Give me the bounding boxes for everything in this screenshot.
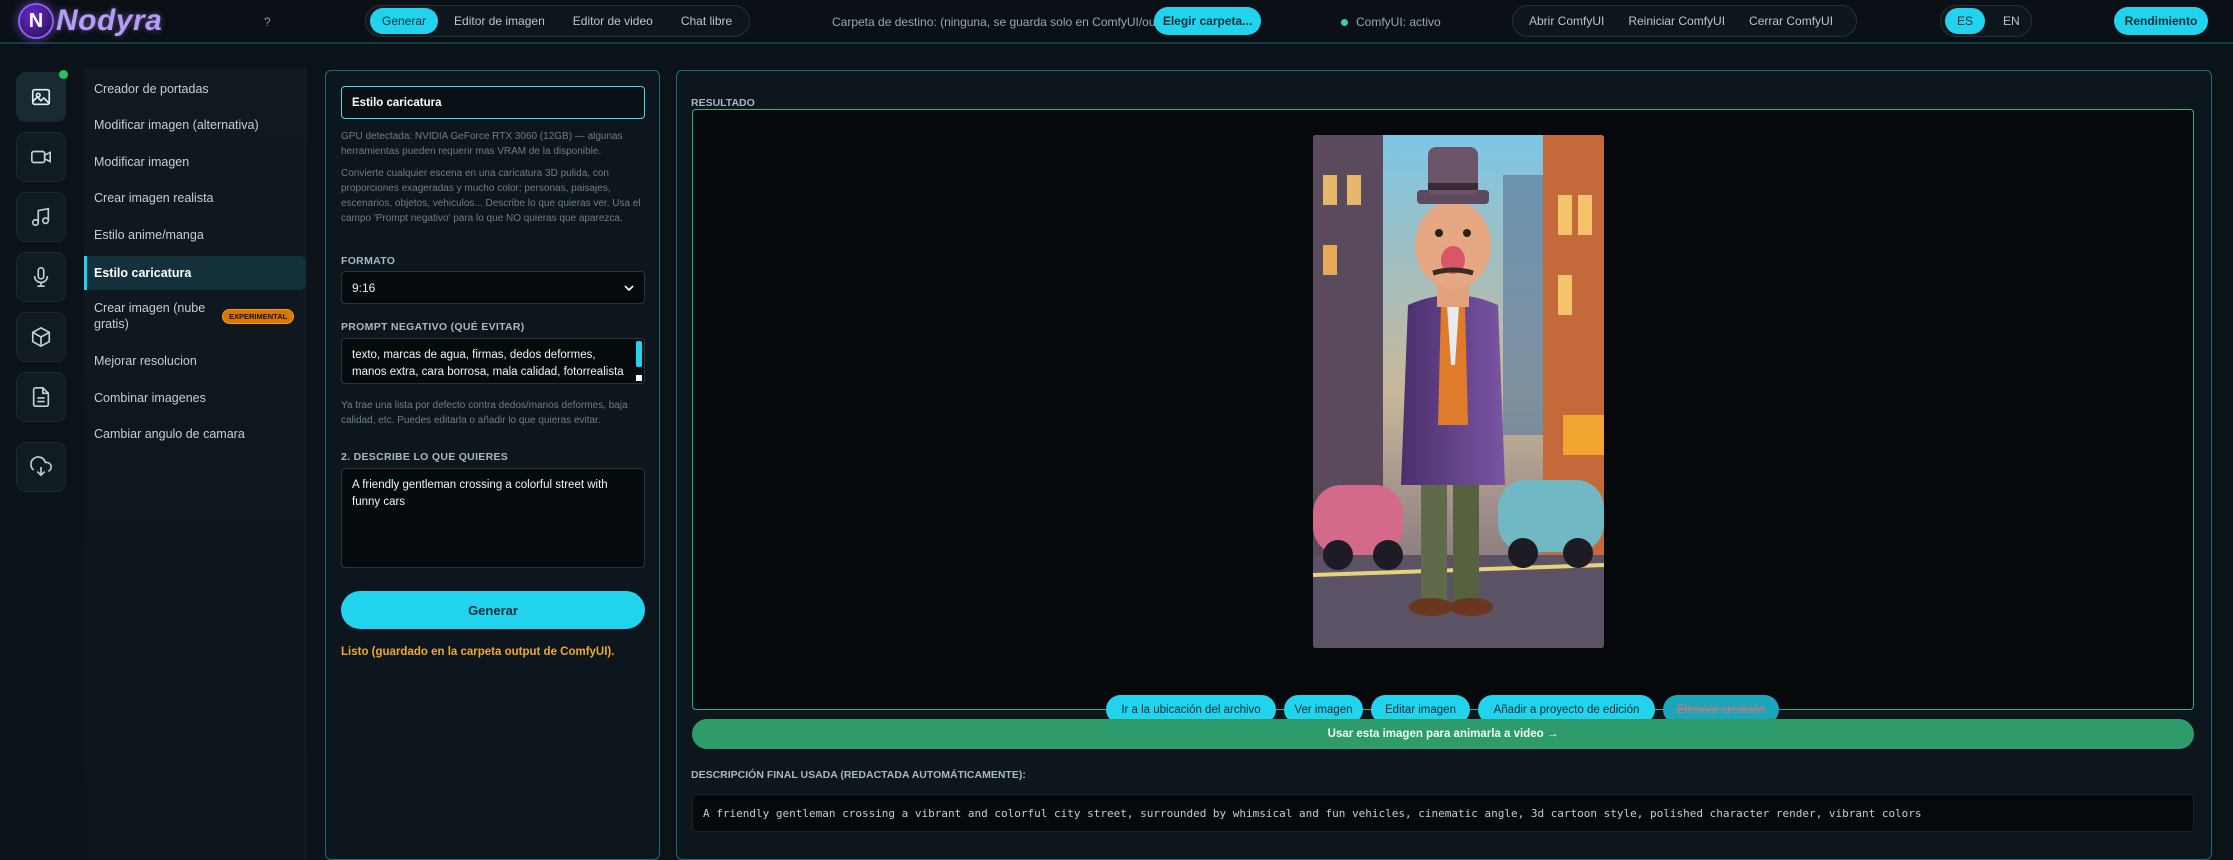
menu-item[interactable]: Creador de portadas bbox=[84, 77, 306, 101]
chevron-down-icon bbox=[624, 284, 634, 291]
scrollbar-thumb[interactable] bbox=[636, 341, 642, 367]
logo-mark-icon: N bbox=[18, 3, 54, 39]
tab-editor-video[interactable]: Editor de video bbox=[561, 8, 665, 34]
generate-button[interactable]: Generar bbox=[341, 591, 645, 629]
describe-text: A friendly gentleman crossing a colorful… bbox=[352, 479, 608, 508]
image-icon bbox=[31, 88, 51, 106]
comfy-status-text: ComfyUI: activo bbox=[1356, 15, 1441, 29]
document-icon bbox=[32, 387, 50, 407]
negative-prompt-input[interactable]: texto, marcas de agua, firmas, dedos def… bbox=[341, 338, 645, 384]
lang-en[interactable]: EN bbox=[1991, 8, 2032, 34]
tool-description: Convierte cualquier escena en una carica… bbox=[341, 168, 641, 224]
menu-item[interactable]: Modificar imagen bbox=[84, 150, 306, 174]
close-comfy-button[interactable]: Cerrar ComfyUI bbox=[1737, 8, 1845, 34]
negative-prompt-label: PROMPT NEGATIVO (QUÉ EVITAR) bbox=[341, 321, 525, 333]
menu-item[interactable]: Estilo anime/manga bbox=[84, 223, 306, 247]
result-frame: Ir a la ubicación del archivo Ver imagen… bbox=[692, 109, 2194, 724]
cartoon-gentleman-image bbox=[1313, 135, 1604, 648]
rail-cloud-button[interactable] bbox=[16, 442, 66, 492]
active-dot-icon bbox=[59, 70, 68, 79]
performance-button[interactable]: Rendimiento bbox=[2114, 7, 2208, 35]
rail-music-button[interactable] bbox=[16, 192, 66, 242]
rail-voice-button[interactable] bbox=[16, 252, 66, 302]
rail-image-button[interactable] bbox=[16, 70, 68, 122]
experimental-badge: EXPERIMENTAL bbox=[222, 308, 295, 324]
brand-name: Nodyra bbox=[56, 4, 163, 37]
icon-rail bbox=[0, 52, 82, 860]
tool-title-field[interactable]: Estilo caricatura bbox=[341, 86, 645, 119]
final-description: A friendly gentleman crossing a vibrant … bbox=[692, 794, 2194, 832]
final-description-label: DESCRIPCIÓN FINAL USADA (REDACTADA AUTOM… bbox=[691, 769, 1026, 781]
rail-3d-button[interactable] bbox=[16, 312, 66, 362]
form-panel: Estilo caricatura GPU detectada: NVIDIA … bbox=[325, 70, 660, 860]
rail-document-button[interactable] bbox=[16, 372, 66, 422]
microphone-icon bbox=[33, 267, 49, 287]
tab-chat-libre[interactable]: Chat libre bbox=[669, 8, 744, 34]
menu-item[interactable]: Mejorar resolucion bbox=[84, 349, 306, 373]
menu-item[interactable]: Combinar imagenes bbox=[84, 386, 306, 410]
cloud-download-icon bbox=[30, 456, 52, 477]
cube-icon bbox=[31, 326, 51, 348]
menu-item-active[interactable]: Estilo caricatura bbox=[84, 256, 306, 290]
describe-label: 2. DESCRIBE LO QUE QUIERES bbox=[341, 451, 509, 463]
gpu-note: GPU detectada: NVIDIA GeForce RTX 3060 (… bbox=[341, 131, 623, 157]
music-icon bbox=[31, 207, 50, 227]
result-label: RESULTADO bbox=[691, 97, 755, 109]
video-icon bbox=[31, 150, 51, 164]
menu-item[interactable]: Cambiar angulo de camara bbox=[84, 422, 306, 446]
lang-es[interactable]: ES bbox=[1945, 8, 1986, 34]
tab-generar[interactable]: Generar bbox=[370, 8, 439, 34]
negative-prompt-text: texto, marcas de agua, firmas, dedos def… bbox=[352, 349, 624, 378]
open-comfy-button[interactable]: Abrir ComfyUI bbox=[1517, 8, 1616, 34]
result-panel: RESULTADO Ir a la ubicación del archivo … bbox=[676, 70, 2212, 860]
format-select[interactable]: 9:16 bbox=[341, 271, 645, 304]
generation-status: Listo (guardado en la carpeta output de … bbox=[341, 646, 615, 658]
menu-item[interactable]: Modificar imagen (alternativa) bbox=[84, 113, 306, 137]
generated-image[interactable] bbox=[1313, 135, 1604, 648]
resize-handle[interactable] bbox=[636, 375, 642, 381]
menu-item-label: Crear imagen (nube gratis) bbox=[94, 301, 206, 331]
format-label: FORMATO bbox=[341, 255, 396, 267]
choose-folder-button[interactable]: Elegir carpeta... bbox=[1154, 7, 1261, 35]
comfy-actions: Abrir ComfyUI Reiniciar ComfyUI Cerrar C… bbox=[1512, 5, 1857, 37]
rail-video-button[interactable] bbox=[16, 132, 66, 182]
tab-editor-imagen[interactable]: Editor de imagen bbox=[442, 8, 557, 34]
menu-item-cloud[interactable]: Crear imagen (nube gratis) EXPERIMENTAL bbox=[84, 298, 306, 334]
logo: N Nodyra bbox=[18, 3, 163, 39]
status-dot-icon bbox=[1341, 18, 1348, 26]
help-button[interactable]: ? bbox=[264, 15, 271, 29]
animate-to-video-button[interactable]: Usar esta imagen para animarla a video → bbox=[692, 719, 2194, 749]
tool-menu: Creador de portadas Modificar imagen (al… bbox=[84, 67, 306, 860]
destination-folder-text: Carpeta de destino: (ninguna, se guarda … bbox=[832, 15, 1180, 29]
main-tabs: Generar Editor de imagen Editor de video… bbox=[365, 5, 750, 37]
restart-comfy-button[interactable]: Reiniciar ComfyUI bbox=[1616, 8, 1737, 34]
describe-input[interactable]: A friendly gentleman crossing a colorful… bbox=[341, 468, 645, 568]
top-bar: N Nodyra ? Generar Editor de imagen Edit… bbox=[0, 0, 2233, 44]
format-value: 9:16 bbox=[352, 280, 376, 295]
negative-prompt-help: Ya trae una lista por defecto contra ded… bbox=[341, 400, 628, 426]
language-switch: ES EN bbox=[1940, 5, 2032, 37]
menu-item[interactable]: Crear imagen realista bbox=[84, 186, 306, 210]
comfy-status: ComfyUI: activo bbox=[1341, 15, 1441, 29]
